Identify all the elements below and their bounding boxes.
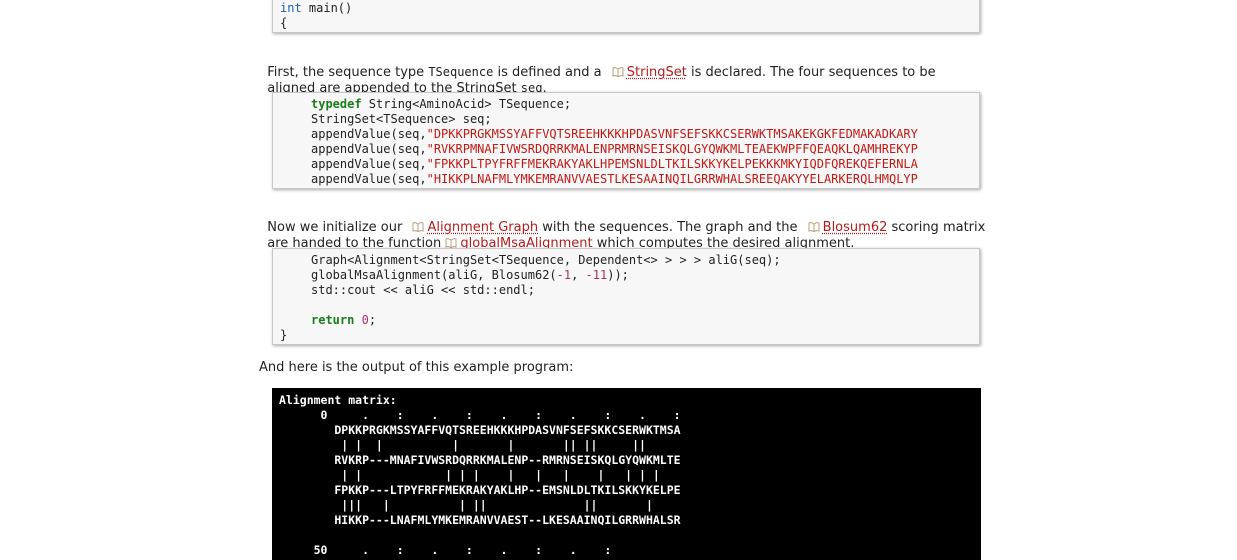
code-text: appendValue(seq, <box>311 172 427 186</box>
code-number: -1 <box>556 268 572 282</box>
code-string: "FPKKPLTPYFRFFMEKRAKYAKLHPEMSNLDLTKILSKK… <box>426 157 918 171</box>
terminal-line: Alignment matrix: <box>279 393 397 407</box>
code-line-append-4: appendValue(seq,"HIKKPLNAFMLYMKEMRANVVAE… <box>311 172 918 187</box>
terminal-line: 0 . : . : . : . : . : <box>279 408 681 422</box>
code-line-main: int main() <box>280 1 353 15</box>
code-text: , <box>571 268 586 282</box>
code-keyword-typedef: typedef <box>311 97 362 111</box>
code-text: appendValue(seq, <box>311 127 427 141</box>
code-line-return: return 0; <box>311 313 376 328</box>
code-string: "RVKRPMNAFIVWSRDQRRKMALENPRMRNSEISKQLGYQ… <box>426 142 918 156</box>
terminal-line: | | | | | || || || <box>279 438 646 452</box>
code-number: 0 <box>361 313 369 327</box>
code-line-append-3: appendValue(seq,"FPKKPLTPYFRFFMEKRAKYAKL… <box>311 157 918 172</box>
code-line-graph: Graph<Alignment<StringSet<TSequence, Dep… <box>311 253 781 267</box>
code-string: "HIKKPLNAFMLYMKEMRANVVAESTLKESAAINQILGRR… <box>426 172 918 186</box>
terminal-output: Alignment matrix: 0 . : . : . : . : . : … <box>272 388 981 560</box>
terminal-line: FPKKP---LTPYFRFFMEKRAKYAKLHP--EMSNLDLTKI… <box>279 483 681 497</box>
terminal-line: ||| | | || || | <box>279 498 653 512</box>
code-text: appendValue(seq, <box>311 142 427 156</box>
code-text: appendValue(seq, <box>311 157 427 171</box>
code-keyword-return: return <box>311 313 355 327</box>
terminal-line: DPKKPRGKMSSYAFFVQTSREEHKKKHPDASVNFSEFSKK… <box>279 423 681 437</box>
code-line-stringset: StringSet<TSequence> seq; <box>311 112 492 126</box>
code-text: )); <box>607 268 629 282</box>
code-keyword-int: int <box>280 1 302 15</box>
code-line-open-brace: { <box>280 16 288 30</box>
terminal-line: 50 . : . : . : . : <box>279 543 612 557</box>
code-block-top: int main() { <box>272 0 980 33</box>
code-text: String<AminoAcid> TSequence; <box>361 97 572 111</box>
code-string: "DPKKPRGKMSSYAFFVQTSREEHKKKHPDASVNFSEFSK… <box>426 127 918 141</box>
code-block-alignment: Graph<Alignment<StringSet<TSequence, Dep… <box>272 248 980 345</box>
code-block-sequences: typedef String<AminoAcid> TSequence; Str… <box>272 92 980 189</box>
code-text: ; <box>368 313 377 327</box>
terminal-line: | | | | | | | | | | | | <box>279 468 660 482</box>
code-line-close-brace: } <box>280 328 288 342</box>
terminal-line: HIKKP---LNAFMLYMKEMRANVVAEST--LKESAAINQI… <box>279 513 681 527</box>
book-icon <box>445 238 457 248</box>
terminal-line: RVKRP---MNAFIVWSRDQRRKMALENP--RMRNSEISKQ… <box>279 453 681 467</box>
code-number: -11 <box>585 268 608 282</box>
code-line-append-1: appendValue(seq,"DPKKPRGKMSSYAFFVQTSREEH… <box>311 127 918 142</box>
code-line-cout: std::cout << aliG << std::endl; <box>311 283 535 297</box>
code-text: globalMsaAlignment(aliG, Blosum62( <box>311 268 557 282</box>
paragraph-output-intro: And here is the output of this example p… <box>259 360 574 375</box>
code-line-globalmsa: globalMsaAlignment(aliG, Blosum62(-1, -1… <box>311 268 629 283</box>
code-line-typedef: typedef String<AminoAcid> TSequence; <box>311 97 571 112</box>
code-line-append-2: appendValue(seq,"RVKRPMNAFIVWSRDQRRKMALE… <box>311 142 918 157</box>
